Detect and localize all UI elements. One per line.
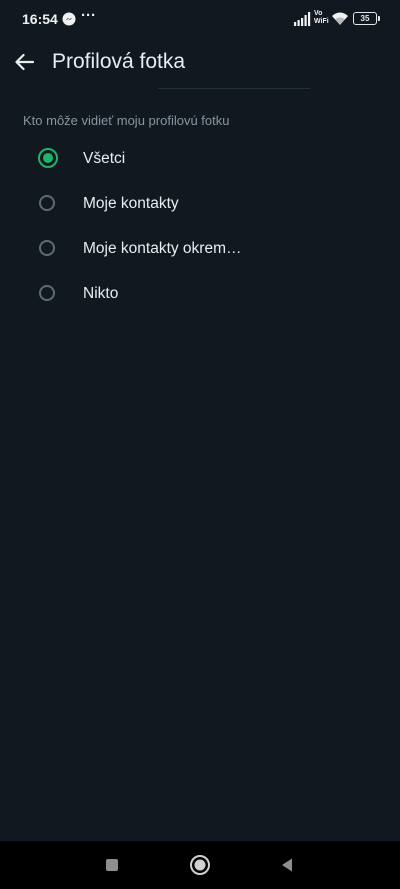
- circle-icon: [190, 855, 210, 875]
- status-time: 16:54: [22, 11, 58, 27]
- option-everyone[interactable]: Všetci: [0, 138, 400, 183]
- square-icon: [106, 859, 118, 871]
- radio-button[interactable]: [39, 285, 55, 301]
- app-bar: Profilová fotka: [0, 38, 400, 88]
- option-label: Nikto: [83, 285, 119, 302]
- vowifi-line2: WiFi: [314, 18, 329, 25]
- vowifi-line1: Vo: [314, 10, 323, 17]
- signal-icon: [294, 12, 311, 26]
- system-nav-bar: [0, 841, 400, 889]
- radio-button-selected[interactable]: [38, 148, 58, 168]
- option-my-contacts-except[interactable]: Moje kontakty okrem…: [0, 228, 400, 273]
- recents-button[interactable]: [100, 853, 124, 877]
- vowifi-indicator: Vo WiFi: [314, 10, 329, 26]
- wifi-icon: [332, 12, 348, 25]
- back-button[interactable]: [10, 48, 38, 76]
- header-divider: [158, 88, 310, 89]
- page-title: Profilová fotka: [52, 50, 186, 73]
- radio-button[interactable]: [39, 195, 55, 211]
- more-notifications-icon: ···: [81, 7, 96, 24]
- back-nav-button[interactable]: [275, 853, 299, 877]
- radio-button[interactable]: [39, 240, 55, 256]
- status-bar: 16:54 ··· Vo WiFi 35: [0, 0, 400, 38]
- battery-indicator: 35: [353, 12, 380, 25]
- triangle-left-icon: [282, 858, 292, 872]
- option-nobody[interactable]: Nikto: [0, 273, 400, 318]
- option-my-contacts[interactable]: Moje kontakty: [0, 183, 400, 228]
- section-label: Kto môže vidieť moju profilovú fotku: [23, 113, 230, 128]
- home-button[interactable]: [188, 853, 212, 877]
- option-label: Moje kontakty: [83, 195, 179, 212]
- messenger-icon: [62, 12, 76, 26]
- option-label: Všetci: [83, 150, 126, 167]
- arrow-left-icon: [15, 53, 34, 71]
- option-label: Moje kontakty okrem…: [83, 240, 242, 257]
